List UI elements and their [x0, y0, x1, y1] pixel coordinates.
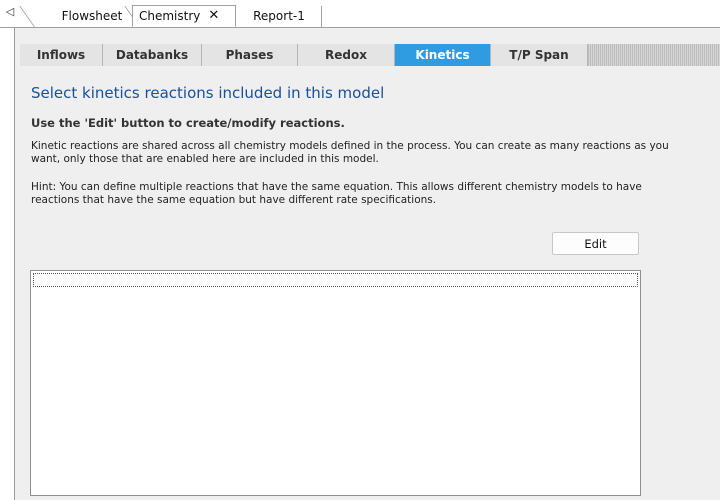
doc-tab-report-1[interactable]: Report-1: [240, 6, 322, 27]
close-icon[interactable]: ✕: [208, 6, 219, 26]
doc-tab-label: Report-1: [253, 9, 305, 23]
tab-phases[interactable]: Phases: [202, 44, 298, 66]
page-title: Select kinetics reactions included in th…: [31, 84, 385, 102]
doc-tab-flowsheet[interactable]: Flowsheet: [50, 6, 134, 26]
kinetic-reactions-list[interactable]: [30, 270, 641, 496]
tab-tp-span[interactable]: T/P Span: [491, 44, 588, 66]
tab-inflows[interactable]: Inflows: [20, 44, 103, 66]
tab-kinetics[interactable]: Kinetics: [395, 44, 491, 66]
doc-tab-chemistry[interactable]: Chemistry ✕: [132, 5, 236, 27]
hint-text: Hint: You can define multiple reactions …: [31, 181, 642, 206]
document-tab-strip: ◁ Flowsheet Chemistry ✕ Report-1: [0, 0, 720, 28]
scroll-left-icon[interactable]: ◁: [4, 4, 16, 20]
tab-databanks[interactable]: Databanks: [103, 44, 202, 66]
list-focus-row[interactable]: [33, 273, 638, 287]
chemistry-tab-bar: Inflows Databanks Phases Redox Kinetics …: [20, 44, 720, 66]
doc-tab-label: Flowsheet: [61, 9, 123, 23]
description-text: Kinetic reactions are shared across all …: [31, 140, 669, 165]
chemistry-panel: Inflows Databanks Phases Redox Kinetics …: [14, 28, 720, 500]
doc-tab-label: Chemistry: [139, 9, 201, 23]
edit-button[interactable]: Edit: [552, 232, 639, 255]
tab-redox[interactable]: Redox: [298, 44, 395, 66]
instruction-text: Use the 'Edit' button to create/modify r…: [31, 116, 345, 130]
